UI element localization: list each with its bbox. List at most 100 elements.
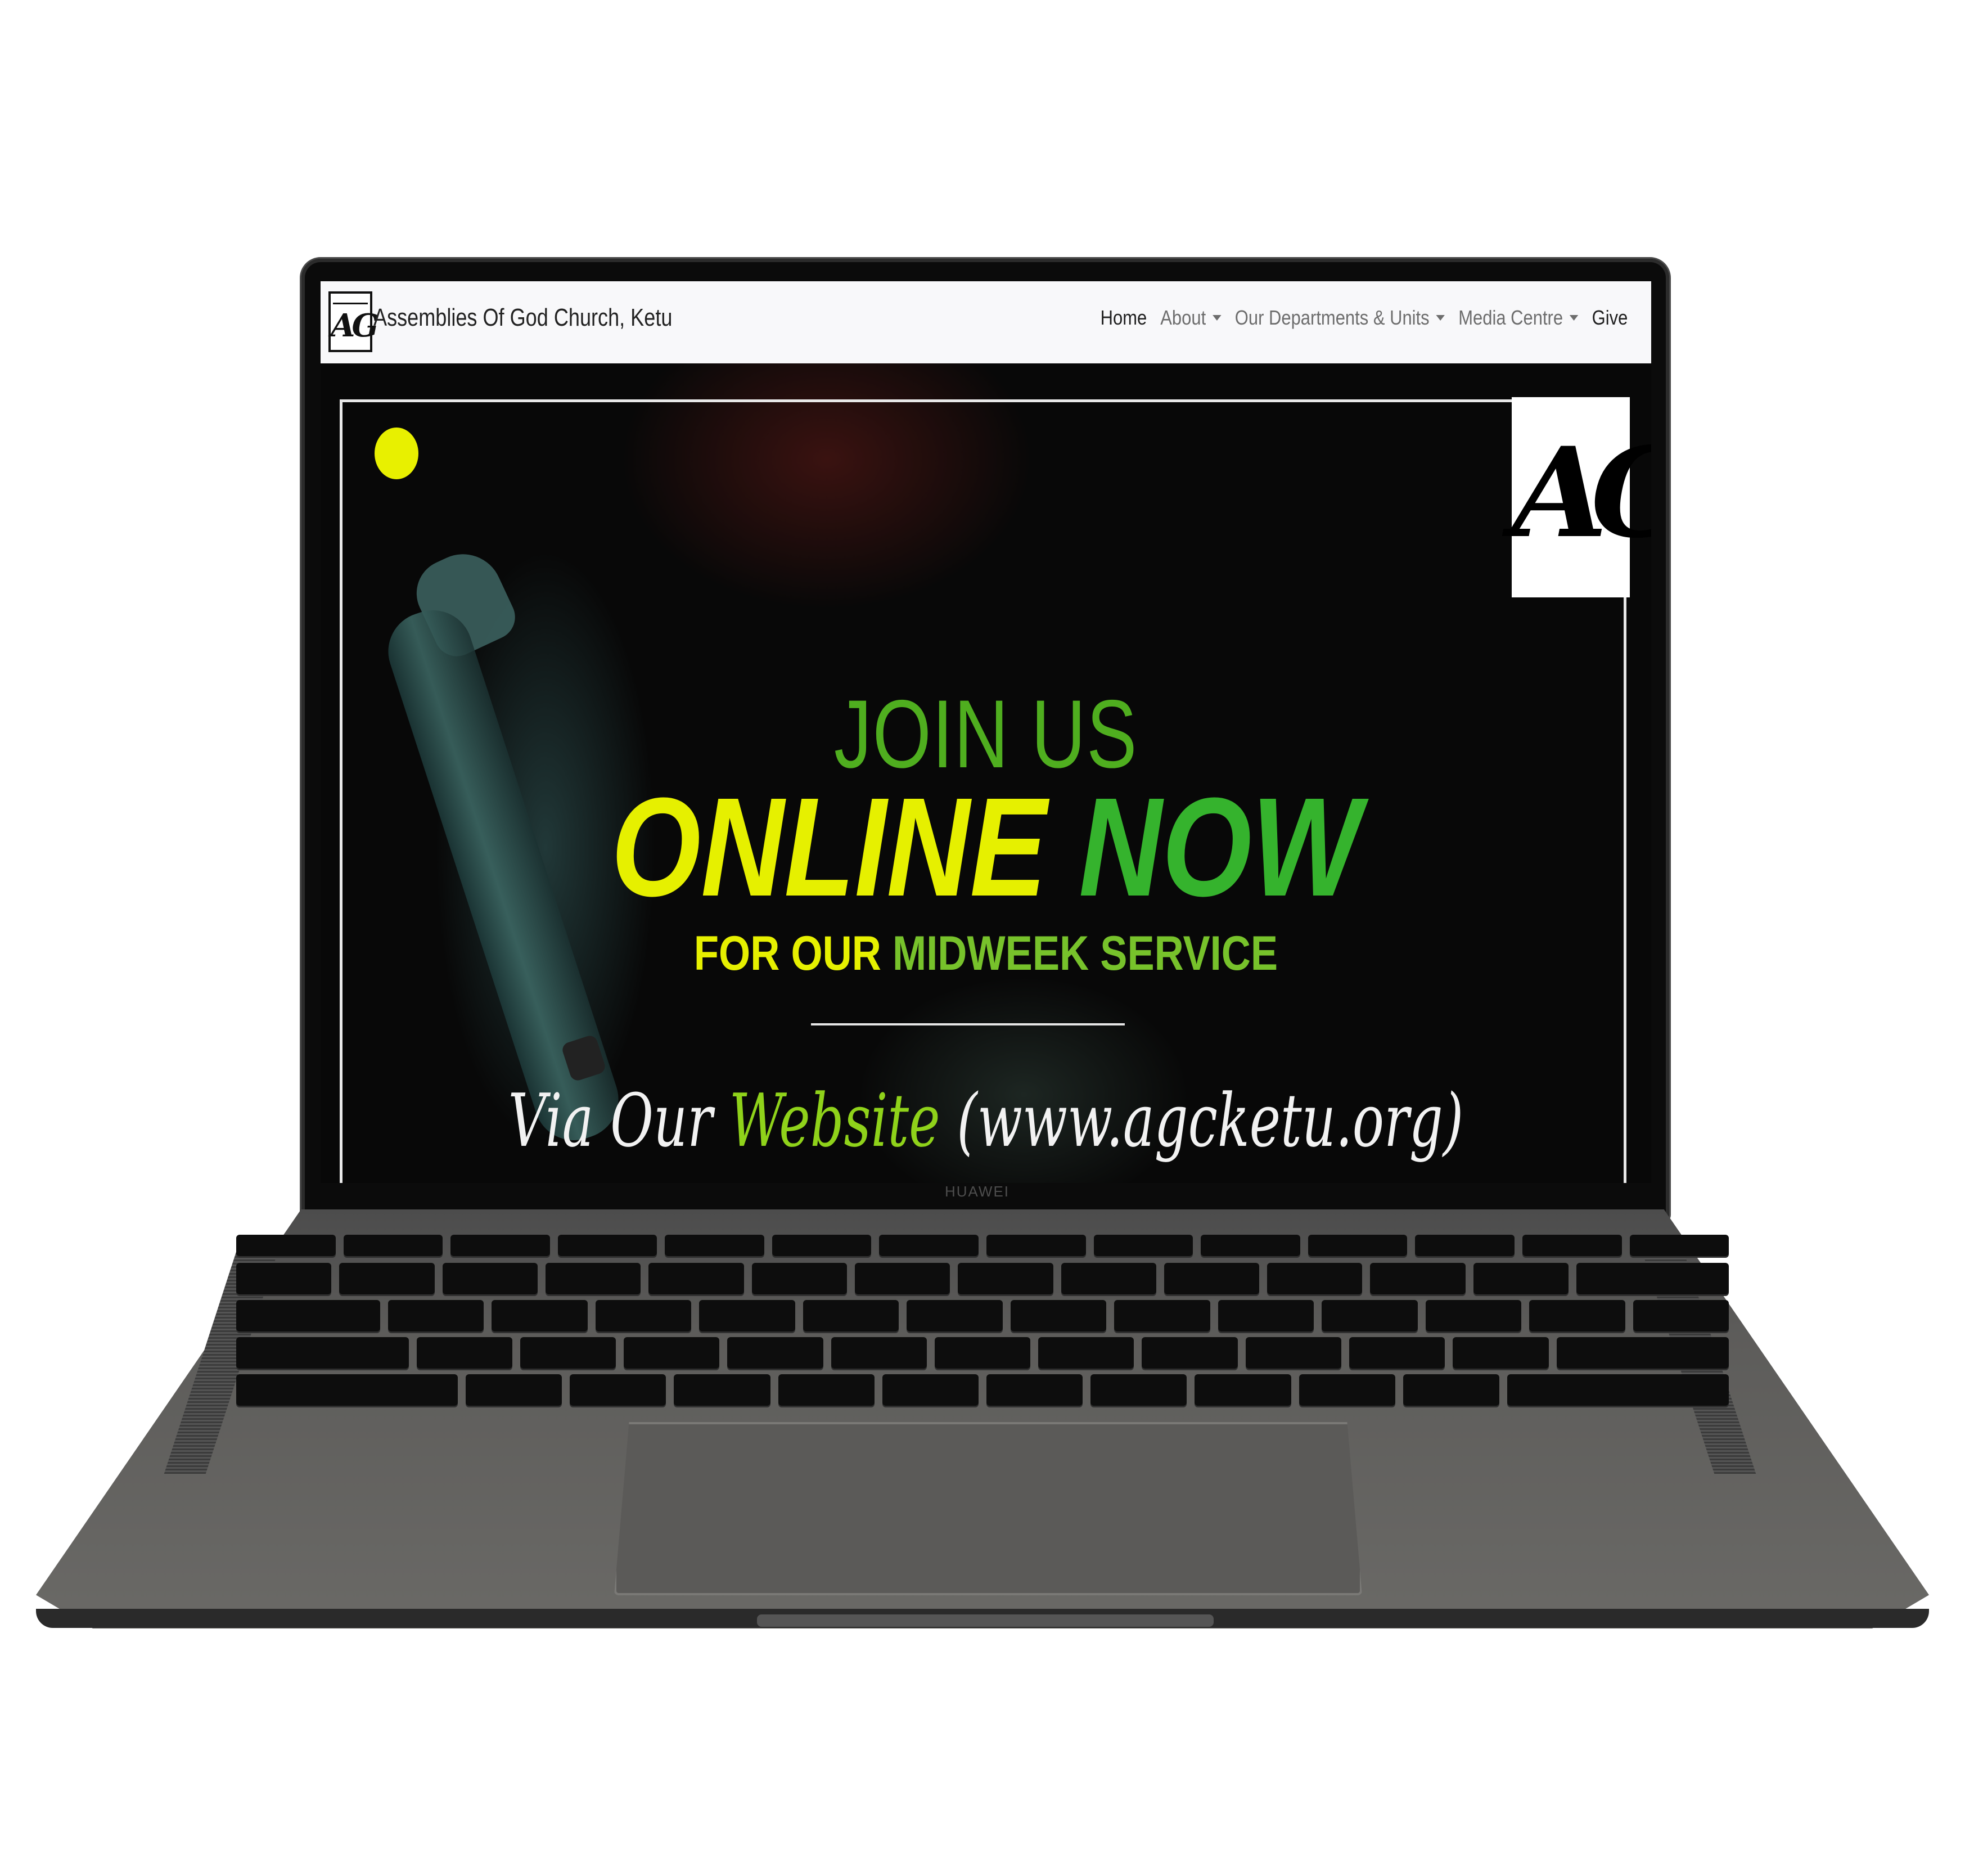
keyboard-key [934,1337,1031,1369]
keyboard-key [831,1337,927,1369]
keyboard-key [387,1300,484,1331]
subheadline-midweek-service: MIDWEEK SERVICE [893,926,1278,980]
keyboard-key [699,1300,795,1331]
main-nav-menu: Home About Our Departments & Units Media… [1093,306,1634,330]
logo-monogram: AG [331,307,378,344]
keyboard-row-function [236,1235,1729,1256]
keyboard-key [907,1300,1003,1331]
keyboard-key [1453,1337,1549,1369]
laptop-keyboard [236,1235,1729,1419]
keyboard-row-numbers [236,1263,1729,1294]
callout-url: (www.agcketu.org) [957,1078,1464,1163]
caret-down-icon [1569,315,1579,321]
keyboard-key [1308,1235,1408,1256]
keyboard-key [648,1263,744,1294]
keyboard-key [727,1337,823,1369]
keyboard-key [1267,1263,1363,1294]
keyboard-row-qwerty [236,1300,1729,1331]
keyboard-row-home [236,1337,1729,1369]
keyboard-key [1010,1300,1107,1331]
nav-item-departments[interactable]: Our Departments & Units [1228,306,1451,330]
keyboard-key [665,1235,764,1256]
keyboard-key [1090,1374,1187,1406]
laptop-brand-label: HUAWEI [945,1183,1010,1200]
nav-item-home[interactable]: Home [1093,306,1153,330]
keyboard-key [1114,1300,1210,1331]
ag-badge-monogram: AG [1512,420,1651,565]
keyboard-key [1142,1337,1238,1369]
keyboard-key [1576,1263,1729,1294]
keyboard-key [1522,1235,1622,1256]
caret-down-icon [1436,315,1445,321]
keyboard-key [772,1235,872,1256]
keyboard-key [1195,1374,1291,1406]
keyboard-key [1370,1263,1466,1294]
logo-top-bar [333,296,368,304]
nav-item-media-centre[interactable]: Media Centre [1452,306,1585,330]
headline-online: ONLINE [611,768,1047,925]
nav-item-label: Give [1592,306,1628,329]
keyboard-key [778,1374,875,1406]
hero-website-callout: Via Our Website (www.agcketu.org) [507,1078,1465,1163]
keyboard-key [339,1263,435,1294]
keyboard-key [1507,1374,1729,1406]
ag-logo-badge: AG [1512,397,1651,597]
keyboard-key [1633,1300,1729,1331]
keyboard-key [236,1374,458,1406]
keyboard-key [1403,1374,1500,1406]
keyboard-key [751,1263,847,1294]
keyboard-key [958,1263,1053,1294]
keyboard-key [1245,1337,1342,1369]
nav-item-label: Our Departments & Units [1234,306,1430,329]
laptop-hinge-notch [757,1614,1214,1627]
yellow-dot-decoration [375,428,418,479]
laptop-screen: AG Assemblies Of God Church, Ketu Home A… [321,281,1651,1183]
keyboard-key [879,1235,979,1256]
keyboard-key [624,1337,720,1369]
keyboard-key [986,1235,1086,1256]
keyboard-key [236,1235,336,1256]
keyboard-key [986,1374,1083,1406]
keyboard-key [1425,1300,1522,1331]
hero-subheadline: FOR OUR MIDWEEK SERVICE [427,926,1544,982]
hero-divider [811,1023,1125,1025]
keyboard-key [570,1374,666,1406]
keyboard-key [1415,1235,1515,1256]
callout-via-our: Via Our [508,1078,713,1163]
keyboard-key [236,1263,332,1294]
keyboard-key [1218,1300,1314,1331]
keyboard-key [545,1263,641,1294]
church-logo[interactable]: AG [328,291,378,352]
site-brand-title[interactable]: Assemblies Of God Church, Ketu [373,304,672,332]
caret-down-icon [1212,315,1222,321]
keyboard-key [595,1300,692,1331]
keyboard-key [520,1337,616,1369]
nav-item-give[interactable]: Give [1585,306,1634,330]
site-navbar: AG Assemblies Of God Church, Ketu Home A… [321,281,1651,365]
keyboard-key [1629,1235,1729,1256]
keyboard-key [882,1374,979,1406]
hero-headline-online-now: ONLINE NOW [440,766,1531,928]
keyboard-key [854,1263,950,1294]
keyboard-key [442,1263,538,1294]
keyboard-key [803,1300,899,1331]
keyboard-key [236,1337,409,1369]
headline-now: NOW [1079,768,1361,925]
keyboard-key [1322,1300,1418,1331]
laptop-trackpad [614,1422,1362,1595]
nav-item-label: Home [1100,306,1147,329]
keyboard-key [1164,1263,1260,1294]
keyboard-key [1556,1337,1729,1369]
keyboard-key [343,1235,443,1256]
keyboard-key [1473,1263,1569,1294]
keyboard-key [450,1235,550,1256]
keyboard-key [674,1374,770,1406]
callout-website: Website [729,1078,940,1163]
keyboard-key [465,1374,562,1406]
keyboard-row-shift [236,1374,1729,1406]
keyboard-key [1349,1337,1445,1369]
subheadline-for-our: FOR OUR [693,926,881,980]
nav-item-about[interactable]: About [1153,306,1228,330]
keyboard-key [1093,1235,1193,1256]
hero-banner: AG JOIN US ONLINE NOW FOR OUR MIDWEEK SE… [321,363,1651,1183]
